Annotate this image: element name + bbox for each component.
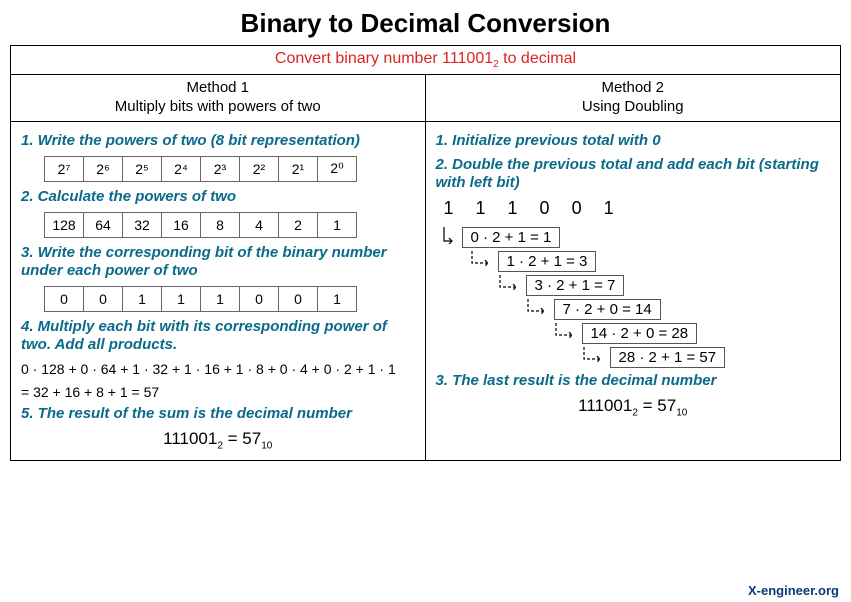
bit-cell: 1 (161, 286, 201, 312)
doubling-expr: 0 · 2 + 1 = 1 (462, 227, 561, 248)
m2-bit: 1 (444, 198, 454, 219)
m1-result: 1110012 = 5710 (21, 429, 415, 451)
power-value-cell: 2 (278, 212, 318, 238)
m2-step1: 1. Initialize previous total with 0 (436, 132, 831, 150)
body: 1. Write the powers of two (8 bit repres… (11, 122, 840, 460)
m2-doubling-list: 0 · 2 + 1 = 1 1 · 2 + 1 = 3 3 · 2 + 1 = 7 7… (442, 227, 831, 368)
m1-calc2: = 32 + 16 + 8 + 1 = 57 (21, 383, 415, 402)
m2-result-bin: 111001 (578, 396, 632, 415)
arrow-icon (582, 347, 604, 367)
m1-powers-labels: 2⁷2⁶2⁵2⁴2³2²2¹2⁰ (45, 156, 415, 182)
bit-cell: 0 (83, 286, 123, 312)
prompt-binary: 111001 (442, 50, 493, 67)
m1-bits-row: 00111001 (45, 286, 415, 312)
power-value-cell: 32 (122, 212, 162, 238)
power-value-cell: 16 (161, 212, 201, 238)
content-frame: Convert binary number 1110012 to decimal… (10, 45, 841, 461)
bit-cell: 1 (122, 286, 162, 312)
arrow-icon (442, 227, 456, 247)
doubling-step: 0 · 2 + 1 = 1 (442, 227, 831, 248)
m2-bit: 1 (508, 198, 518, 219)
method1-subtitle: Multiply bits with powers of two (11, 98, 425, 117)
doubling-expr: 7 · 2 + 0 = 14 (554, 299, 661, 320)
m2-result-dec: 57 (657, 396, 676, 415)
method2-subtitle: Using Doubling (426, 98, 841, 117)
doubling-step: 14 · 2 + 0 = 28 (554, 323, 831, 344)
m1-step1: 1. Write the powers of two (8 bit repres… (21, 132, 415, 150)
m1-result-bin: 111001 (163, 429, 217, 448)
methods-header: Method 1 Multiply bits with powers of tw… (11, 75, 840, 122)
arrow-icon (470, 251, 492, 271)
m1-step3: 3. Write the corresponding bit of the bi… (21, 244, 415, 280)
method1-column: 1. Write the powers of two (8 bit repres… (11, 122, 426, 460)
conversion-prompt: Convert binary number 1110012 to decimal (11, 46, 840, 75)
power-label-cell: 2³ (200, 156, 240, 182)
power-value-cell: 8 (200, 212, 240, 238)
m1-powers-values: 1286432168421 (45, 212, 415, 238)
bit-cell: 1 (200, 286, 240, 312)
prompt-prefix: Convert binary number (275, 50, 442, 67)
power-label-cell: 2⁵ (122, 156, 162, 182)
doubling-step: 28 · 2 + 1 = 57 (582, 347, 831, 368)
m2-step3: 3. The last result is the decimal number (436, 372, 831, 390)
power-label-cell: 2¹ (278, 156, 318, 182)
power-label-cell: 2⁶ (83, 156, 123, 182)
m2-bit: 1 (604, 198, 614, 219)
power-label-cell: 2² (239, 156, 279, 182)
doubling-step: 3 · 2 + 1 = 7 (498, 275, 831, 296)
power-value-cell: 4 (239, 212, 279, 238)
m2-bit: 0 (540, 198, 550, 219)
method1-header: Method 1 Multiply bits with powers of tw… (11, 75, 426, 121)
power-value-cell: 64 (83, 212, 123, 238)
doubling-expr: 3 · 2 + 1 = 7 (526, 275, 625, 296)
m1-result-dec: 57 (242, 429, 261, 448)
power-label-cell: 2⁷ (44, 156, 84, 182)
m1-step4: 4. Multiply each bit with its correspond… (21, 318, 415, 354)
method1-name: Method 1 (11, 79, 425, 98)
doubling-step: 7 · 2 + 0 = 14 (526, 299, 831, 320)
m2-bit: 0 (572, 198, 582, 219)
m2-bits: 1 1 1 0 0 1 (444, 198, 831, 219)
prompt-suffix: to decimal (499, 50, 576, 67)
bit-cell: 0 (278, 286, 318, 312)
method2-column: 1. Initialize previous total with 0 2. D… (426, 122, 841, 460)
footer-credit: X-engineer.org (748, 583, 839, 598)
doubling-expr: 14 · 2 + 0 = 28 (582, 323, 698, 344)
m2-result: 1110012 = 5710 (436, 396, 831, 418)
arrow-icon (526, 299, 548, 319)
m2-result-base2: 2 (632, 407, 638, 418)
power-value-cell: 1 (317, 212, 357, 238)
doubling-expr: 1 · 2 + 1 = 3 (498, 251, 597, 272)
power-label-cell: 2⁴ (161, 156, 201, 182)
m1-step5: 5. The result of the sum is the decimal … (21, 405, 415, 423)
m1-result-base10: 10 (261, 441, 272, 452)
m1-calc1: 0 · 128 + 0 · 64 + 1 · 32 + 1 · 16 + 1 ·… (21, 360, 415, 379)
bit-cell: 0 (239, 286, 279, 312)
page-title: Binary to Decimal Conversion (10, 8, 841, 39)
m2-step2: 2. Double the previous total and add eac… (436, 156, 831, 192)
bit-cell: 0 (44, 286, 84, 312)
method2-header: Method 2 Using Doubling (426, 75, 841, 121)
m2-bit: 1 (476, 198, 486, 219)
m1-step2: 2. Calculate the powers of two (21, 188, 415, 206)
m1-result-base2: 2 (217, 441, 223, 452)
arrow-icon (554, 323, 576, 343)
method2-name: Method 2 (426, 79, 841, 98)
m2-result-base10: 10 (676, 407, 687, 418)
power-value-cell: 128 (44, 212, 84, 238)
bit-cell: 1 (317, 286, 357, 312)
arrow-icon (498, 275, 520, 295)
doubling-step: 1 · 2 + 1 = 3 (470, 251, 831, 272)
doubling-expr: 28 · 2 + 1 = 57 (610, 347, 726, 368)
power-label-cell: 2⁰ (317, 156, 357, 182)
